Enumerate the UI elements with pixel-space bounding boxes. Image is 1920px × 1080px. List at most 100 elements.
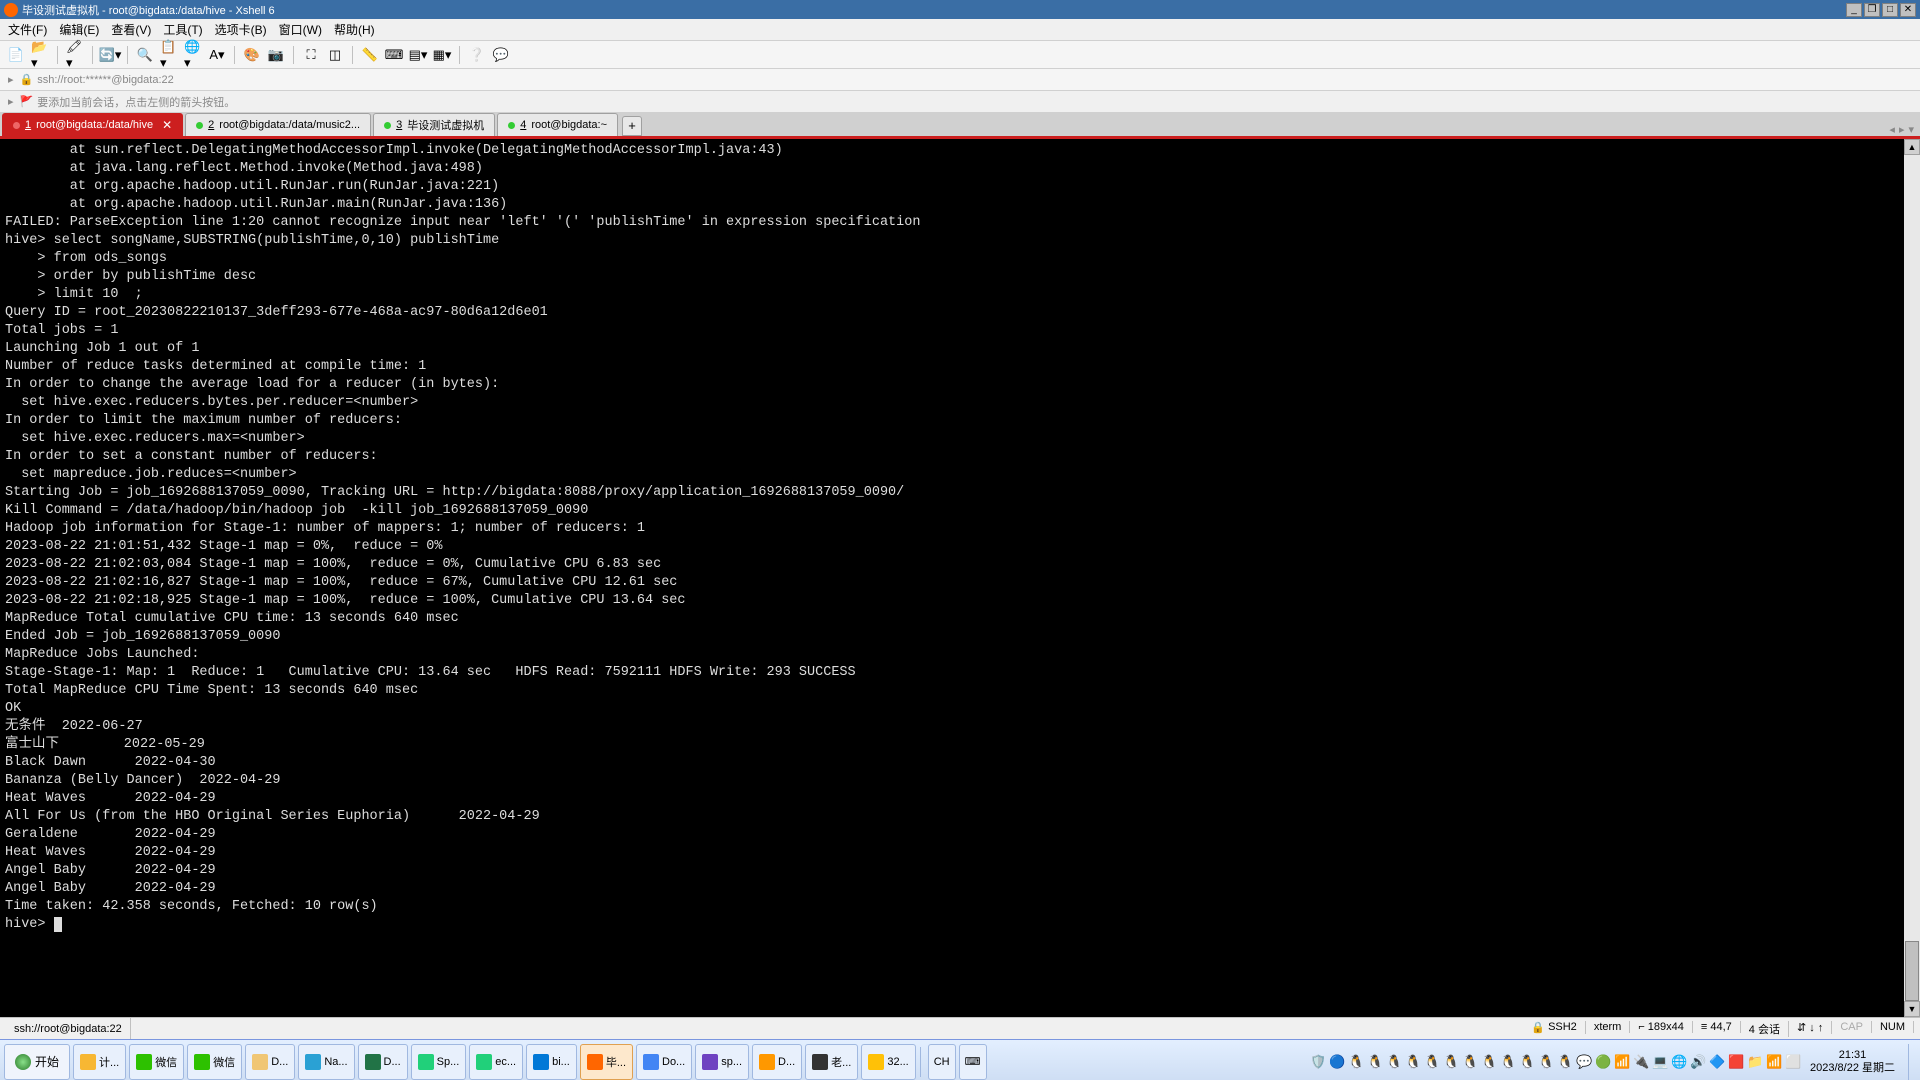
tab-next-icon[interactable]: ▸ xyxy=(1899,123,1905,136)
menu-edit[interactable]: 编辑(E) xyxy=(59,21,99,38)
app-icon xyxy=(4,3,18,17)
menu-help[interactable]: 帮助(H) xyxy=(334,21,375,38)
ruler-icon[interactable]: 📏 xyxy=(360,45,380,65)
taskbar-item-7[interactable]: ec... xyxy=(469,1044,523,1080)
taskbar-item-1[interactable]: 微信 xyxy=(129,1044,184,1080)
taskbar-item-9[interactable]: 毕... xyxy=(580,1044,633,1080)
ascii-icon[interactable]: ⌨ xyxy=(384,45,404,65)
tray-icon-16[interactable]: 📶 xyxy=(1614,1054,1630,1070)
session-tab-3[interactable]: 4 root@bigdata:~ xyxy=(497,113,618,136)
menu-view[interactable]: 查看(V) xyxy=(111,21,151,38)
windows-taskbar: 开始 计...微信微信D...Na...D...Sp...ec...bi...毕… xyxy=(0,1039,1920,1080)
tray-icon-17[interactable]: 🔌 xyxy=(1633,1054,1649,1070)
tray-icon-18[interactable]: 💻 xyxy=(1652,1054,1668,1070)
tray-icon-22[interactable]: 🟥 xyxy=(1728,1054,1744,1070)
terminal-output[interactable]: at sun.reflect.DelegatingMethodAccessorI… xyxy=(0,139,1920,1017)
tray-clock[interactable]: 21:31 2023/8/22 星期二 xyxy=(1804,1049,1901,1075)
tray-icon-3[interactable]: 🐧 xyxy=(1367,1054,1383,1070)
tray-icon-14[interactable]: 💬 xyxy=(1576,1054,1592,1070)
tray-icon-11[interactable]: 🐧 xyxy=(1519,1054,1535,1070)
restore-button[interactable]: ❐ xyxy=(1864,3,1880,17)
tray-icon-0[interactable]: 🛡️ xyxy=(1310,1054,1326,1070)
add-tab-button[interactable]: + xyxy=(622,116,642,136)
highlighter-icon[interactable]: 🖍▾ xyxy=(65,45,85,65)
tray-icon-6[interactable]: 🐧 xyxy=(1424,1054,1440,1070)
taskbar-item-13[interactable]: 老... xyxy=(805,1044,858,1080)
keyboard-icon[interactable]: ⌨ xyxy=(959,1044,987,1080)
tray-icon-20[interactable]: 🔊 xyxy=(1690,1054,1706,1070)
session-tab-0[interactable]: 1 root@bigdata:/data/hive✕ xyxy=(2,113,183,136)
color-icon[interactable]: 🎨 xyxy=(242,45,262,65)
dropdown-icon[interactable]: ▸ xyxy=(8,73,14,86)
vertical-scrollbar[interactable]: ▲ ▼ xyxy=(1904,139,1920,1017)
address-text[interactable]: ssh://root:******@bigdata:22 xyxy=(37,74,174,86)
start-button[interactable]: 开始 xyxy=(4,1044,70,1080)
session-tab-1[interactable]: 2 root@bigdata:/data/music2... xyxy=(185,113,371,136)
show-desktop-button[interactable] xyxy=(1908,1044,1916,1080)
tile-horizontal-icon[interactable]: ▤▾ xyxy=(408,45,428,65)
tray-icon-10[interactable]: 🐧 xyxy=(1500,1054,1516,1070)
arrow-left-icon[interactable]: ▸ xyxy=(8,95,14,108)
tab-menu-icon[interactable]: ▾ xyxy=(1908,123,1914,136)
scroll-up-icon[interactable]: ▲ xyxy=(1904,139,1920,155)
tray-icon-1[interactable]: 🔵 xyxy=(1329,1054,1345,1070)
app-icon xyxy=(533,1054,549,1070)
tray-icon-15[interactable]: 🟢 xyxy=(1595,1054,1611,1070)
screenshot-icon[interactable]: 📷 xyxy=(266,45,286,65)
app-icon xyxy=(136,1054,152,1070)
transparency-icon[interactable]: ◫ xyxy=(325,45,345,65)
session-tab-2[interactable]: 3 毕设测试虚拟机 xyxy=(373,113,495,136)
reconnect-icon[interactable]: 🔄▾ xyxy=(100,45,120,65)
copy-icon[interactable]: 📋▾ xyxy=(159,45,179,65)
minimize-button[interactable]: _ xyxy=(1846,3,1862,17)
tray-icon-19[interactable]: 🌐 xyxy=(1671,1054,1687,1070)
taskbar-item-3[interactable]: D... xyxy=(245,1044,295,1080)
status-term: xterm xyxy=(1586,1021,1631,1033)
hint-bar: ▸ 🚩 要添加当前会话，点击左侧的箭头按钮。 xyxy=(0,91,1920,113)
app-icon xyxy=(868,1054,884,1070)
tray-icon-23[interactable]: 📁 xyxy=(1747,1054,1763,1070)
taskbar-item-0[interactable]: 计... xyxy=(73,1044,126,1080)
tray-icon-12[interactable]: 🐧 xyxy=(1538,1054,1554,1070)
close-tab-icon[interactable]: ✕ xyxy=(162,118,172,132)
taskbar-item-10[interactable]: Do... xyxy=(636,1044,692,1080)
taskbar-item-11[interactable]: sp... xyxy=(695,1044,749,1080)
tab-prev-icon[interactable]: ◂ xyxy=(1889,123,1895,136)
tray-icon-2[interactable]: 🐧 xyxy=(1348,1054,1364,1070)
search-icon[interactable]: 🔍 xyxy=(135,45,155,65)
menu-file[interactable]: 文件(F) xyxy=(8,21,47,38)
taskbar-item-8[interactable]: bi... xyxy=(526,1044,577,1080)
taskbar-item-14[interactable]: 32... xyxy=(861,1044,915,1080)
help-icon[interactable]: ❔ xyxy=(467,45,487,65)
menu-tabs[interactable]: 选项卡(B) xyxy=(215,21,267,38)
menu-tools[interactable]: 工具(T) xyxy=(163,21,202,38)
lang-ch[interactable]: CH xyxy=(928,1044,956,1080)
new-session-icon[interactable]: 📄 xyxy=(6,45,26,65)
taskbar-item-2[interactable]: 微信 xyxy=(187,1044,242,1080)
taskbar-item-5[interactable]: D... xyxy=(358,1044,408,1080)
maximize-button[interactable]: □ xyxy=(1882,3,1898,17)
taskbar-item-12[interactable]: D... xyxy=(752,1044,802,1080)
tile-vertical-icon[interactable]: ▦▾ xyxy=(432,45,452,65)
close-button[interactable]: ✕ xyxy=(1900,3,1916,17)
tray-icon-7[interactable]: 🐧 xyxy=(1443,1054,1459,1070)
taskbar-item-4[interactable]: Na... xyxy=(298,1044,354,1080)
tray-icon-5[interactable]: 🐧 xyxy=(1405,1054,1421,1070)
fullscreen-icon[interactable]: ⛶ xyxy=(301,45,321,65)
tray-icon-8[interactable]: 🐧 xyxy=(1462,1054,1478,1070)
scroll-down-icon[interactable]: ▼ xyxy=(1904,1001,1920,1017)
scrollbar-thumb[interactable] xyxy=(1905,941,1919,1001)
tray-icon-25[interactable]: ⬜ xyxy=(1785,1054,1801,1070)
tray-icon-4[interactable]: 🐧 xyxy=(1386,1054,1402,1070)
toolbar: 📄 📂▾ 🖍▾ 🔄▾ 🔍 📋▾ 🌐▾ A▾ 🎨 📷 ⛶ ◫ 📏 ⌨ ▤▾ ▦▾ … xyxy=(0,41,1920,69)
open-icon[interactable]: 📂▾ xyxy=(30,45,50,65)
tray-icon-9[interactable]: 🐧 xyxy=(1481,1054,1497,1070)
menu-window[interactable]: 窗口(W) xyxy=(279,21,322,38)
tray-icon-13[interactable]: 🐧 xyxy=(1557,1054,1573,1070)
tray-icon-21[interactable]: 🔷 xyxy=(1709,1054,1725,1070)
globe-icon[interactable]: 🌐▾ xyxy=(183,45,203,65)
tray-icon-24[interactable]: 📶 xyxy=(1766,1054,1782,1070)
chat-icon[interactable]: 💬 xyxy=(491,45,511,65)
taskbar-item-6[interactable]: Sp... xyxy=(411,1044,467,1080)
font-icon[interactable]: A▾ xyxy=(207,45,227,65)
